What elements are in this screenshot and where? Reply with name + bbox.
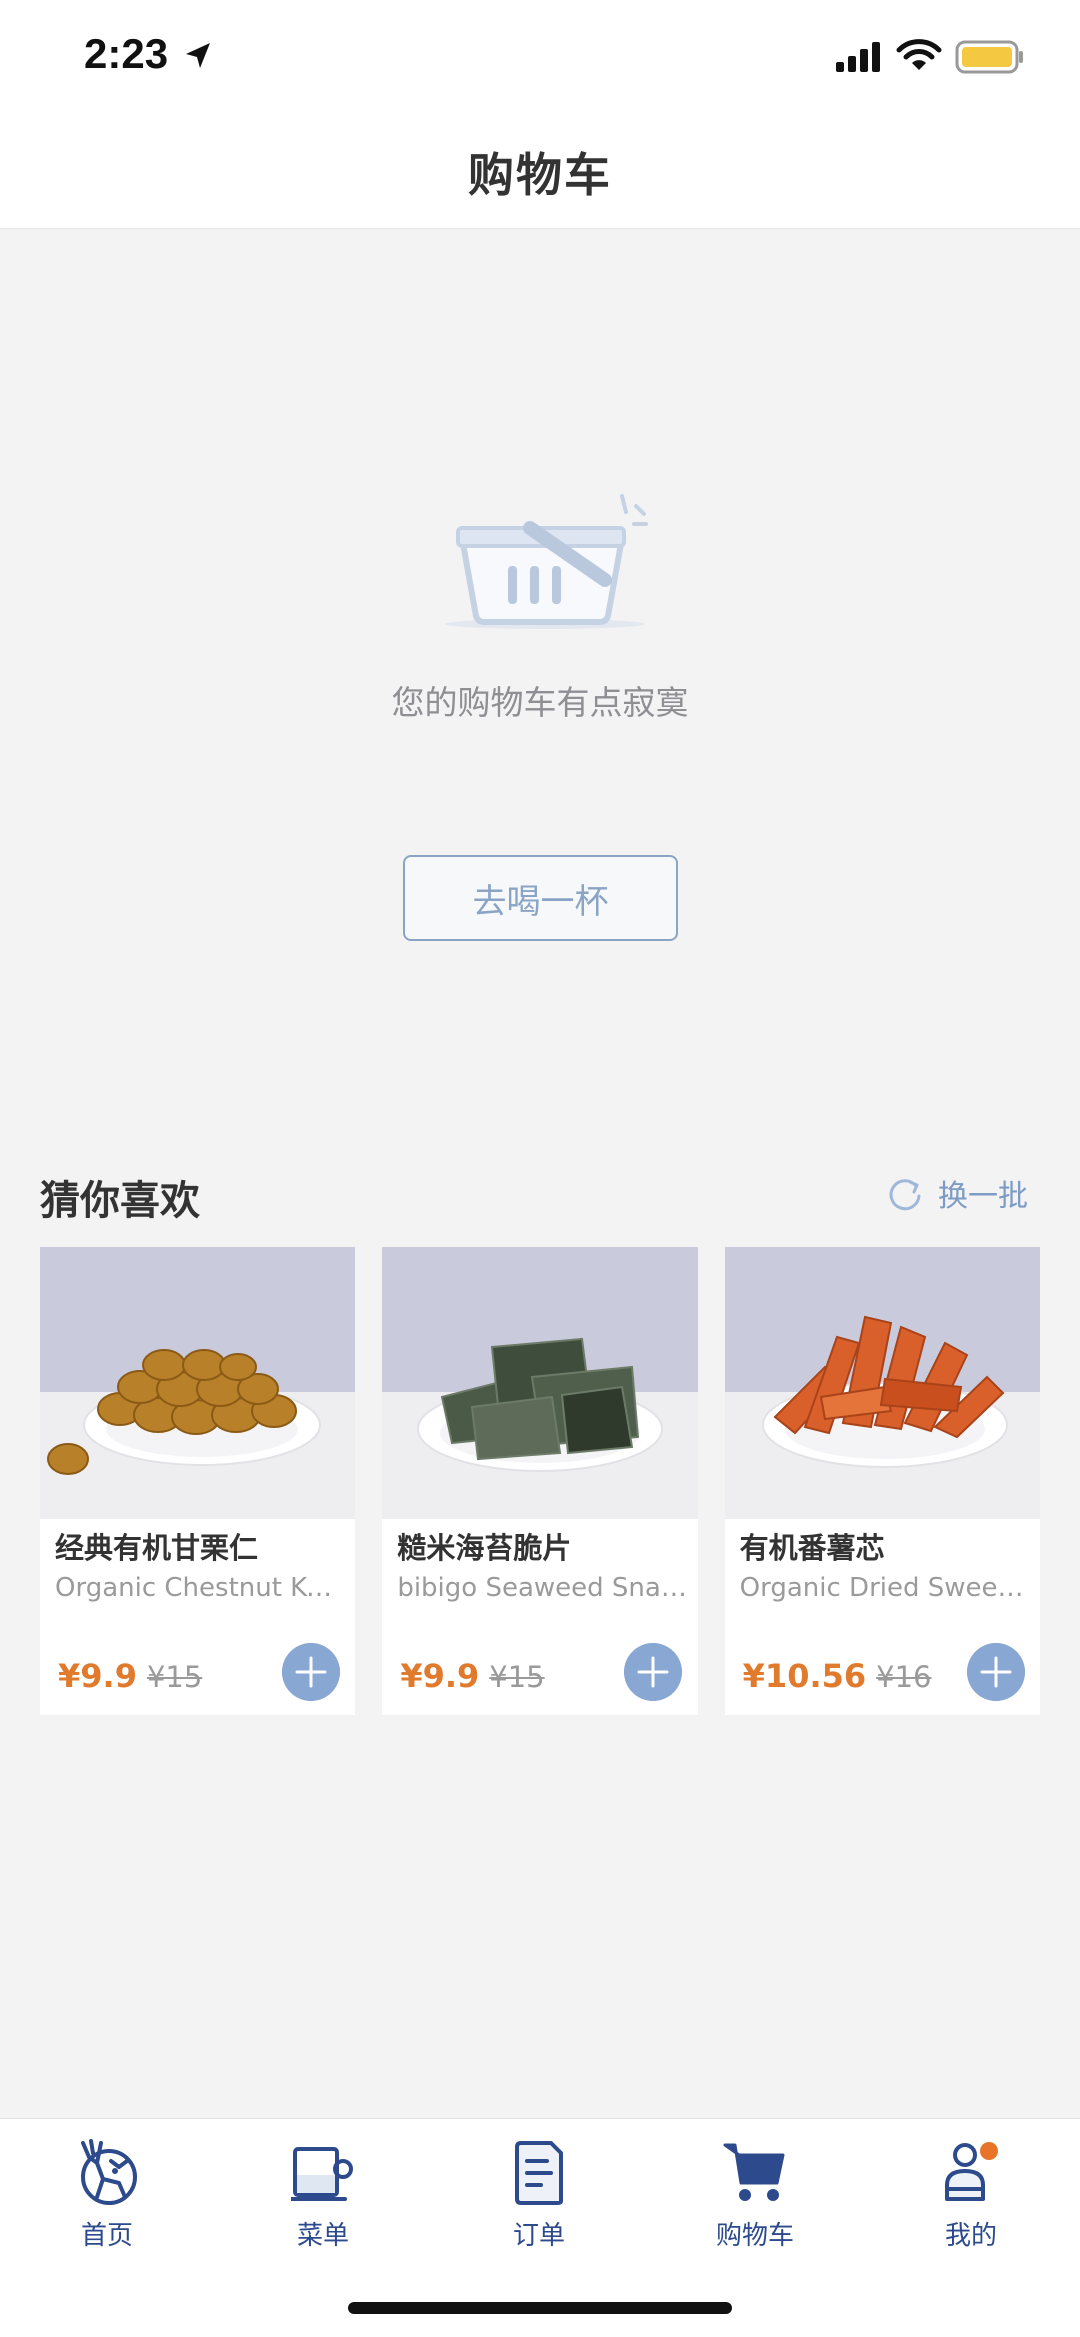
go-drink-button[interactable]: 去喝一杯 [403,855,678,941]
status-bar: 2:23 [0,0,1080,115]
page-title: 购物车 [468,147,612,202]
add-to-cart-button[interactable] [282,1643,340,1701]
tab-home[interactable]: 首页 [27,2139,187,2259]
tab-home-label: 首页 [80,2221,133,2251]
tab-mine-label: 我的 [944,2221,997,2251]
refresh-label: 换一批 [938,1179,1028,1214]
tab-menu-label: 菜单 [296,2221,349,2251]
product-original-price: ¥15 [146,1660,203,1694]
notification-dot [980,2142,998,2160]
user-icon [945,2142,998,2201]
order-document-icon [515,2141,563,2205]
product-price: ¥9.9 [400,1657,480,1695]
location-arrow-icon [186,43,210,68]
cellular-signal-icon [836,42,880,72]
empty-basket-icon [445,494,648,629]
product-card[interactable]: 有机番薯芯 Organic Dried Sweet... ¥10.56 ¥16 [724,1247,1040,1715]
product-name: 有机番薯芯 [739,1531,885,1565]
product-card[interactable]: 糙米海苔脆片 bibigo Seaweed Snac... ¥9.9 ¥15 [382,1247,698,1715]
cup-icon [291,2147,353,2201]
tab-mine[interactable]: 我的 [891,2139,1051,2259]
tab-cart[interactable]: 购物车 [675,2139,835,2259]
deer-logo-icon [81,2139,137,2205]
product-original-price: ¥15 [489,1660,545,1694]
product-list: 经典有机甘栗仁 Organic Chestnut Ker... ¥9.9 ¥15 [40,1247,1040,1715]
refresh-icon [889,1179,921,1211]
product-english-name: Organic Dried Sweet... [739,1573,1030,1603]
tab-menu[interactable]: 菜单 [243,2139,403,2259]
chestnut-product-image [40,1247,356,1519]
recommendations-title: 猜你喜欢 [40,1178,200,1224]
status-time: 2:23 [84,30,169,77]
tab-cart-label: 购物车 [715,2221,794,2251]
product-name: 糙米海苔脆片 [397,1531,572,1565]
battery-icon [955,40,1023,74]
empty-cart-message: 您的购物车有点寂寞 [391,683,689,722]
product-original-price: ¥16 [876,1660,932,1694]
price-row: ¥9.9 ¥15 [58,1657,202,1695]
seaweed-product-image [382,1247,698,1519]
product-english-name: Organic Chestnut Ker... [55,1573,345,1603]
refresh-button[interactable]: 换一批 [886,1172,1028,1214]
price-row: ¥9.9 ¥15 [400,1657,544,1695]
product-price: ¥10.56 [742,1657,867,1695]
product-card[interactable]: 经典有机甘栗仁 Organic Chestnut Ker... ¥9.9 ¥15 [40,1247,356,1715]
tab-orders-label: 订单 [512,2221,565,2251]
wifi-icon [896,39,942,70]
add-to-cart-button[interactable] [624,1643,683,1701]
sweet-potato-product-image [724,1247,1040,1519]
price-row: ¥10.56 ¥16 [743,1657,932,1695]
page-header: 购物车 [0,115,1080,229]
home-indicator [348,2302,732,2314]
product-price: ¥9.9 [58,1657,137,1695]
tab-orders[interactable]: 订单 [459,2139,619,2259]
cart-icon [723,2143,785,2201]
product-english-name: bibigo Seaweed Snac... [397,1573,688,1603]
add-to-cart-button[interactable] [966,1643,1025,1701]
product-name: 经典有机甘栗仁 [55,1531,259,1565]
